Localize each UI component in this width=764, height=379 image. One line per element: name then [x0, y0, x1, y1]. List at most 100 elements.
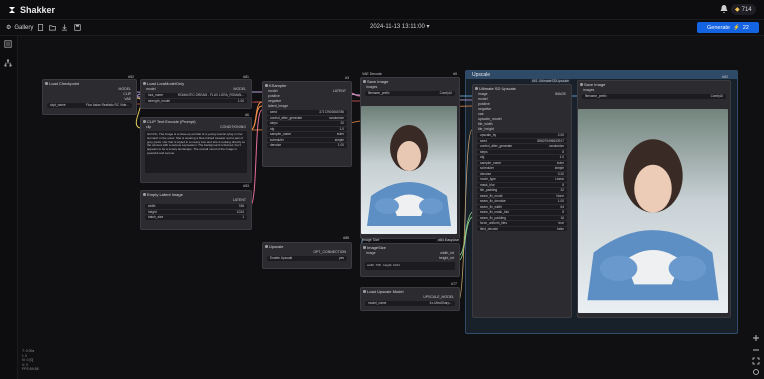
seed-widget[interactable]: seed 37172903060786: [267, 110, 347, 115]
input-images[interactable]: images: [361, 85, 459, 90]
widget-value: true: [558, 221, 565, 225]
node-id: #6: [245, 113, 249, 117]
widget-value: 1.0: [339, 126, 344, 131]
denoise-widget[interactable]: denoise 0.20: [477, 171, 567, 176]
output-latent[interactable]: LATENT: [141, 198, 251, 203]
widget-label: batch_size: [148, 215, 164, 219]
stat-line: FPS:59.88: [22, 367, 39, 371]
seam-fix-denoise-widget[interactable]: seam_fix_denoise 1.00: [477, 199, 567, 204]
input-model[interactable]: model MODEL: [141, 87, 251, 92]
filename-prefix-widget[interactable]: filename_prefix ComfyUI: [365, 91, 455, 96]
widget-value: 2.00: [557, 133, 564, 137]
port-label: CONDITIONING: [220, 125, 246, 129]
seam-fix-width-widget[interactable]: seam_fix_width 64: [477, 204, 567, 209]
upscale-by-widget[interactable]: upscale_by 2.00: [477, 133, 567, 138]
widget-value: ComfyUI: [710, 94, 723, 98]
toggle-link-icon[interactable]: [752, 368, 760, 376]
control-after-generate-widget[interactable]: control_after_generate randomize: [477, 144, 567, 149]
prompt-textarea[interactable]: Girl thin, The image is a close-up portr…: [145, 131, 247, 173]
scheduler-widget[interactable]: scheduler simple: [267, 137, 347, 142]
mask-blur-widget[interactable]: mask_blur 8: [477, 182, 567, 187]
render-stats: T: 0.09s I: 0 N: 0 [0] V: 0 FPS:59.88: [22, 349, 39, 372]
widget-label: seed: [270, 110, 277, 114]
widget-value: Flux Asian Realistic RC Vide...: [86, 103, 129, 107]
node-upscale-toggle[interactable]: #85 Upscale OPT_CONNECTION Enable Upscal…: [262, 236, 352, 269]
scheduler-widget[interactable]: scheduler simple: [477, 166, 567, 171]
image-size-text: width: 768 , height: 1024: [365, 262, 455, 270]
filename-prefix-widget[interactable]: filename_prefix ComfyUI: [582, 94, 726, 99]
node-image-size[interactable]: Image Size ImageSize image width_int heig…: [360, 238, 460, 277]
zoom-in-icon[interactable]: [752, 334, 760, 342]
widget-label: cfg: [480, 155, 485, 159]
zoom-out-icon[interactable]: [752, 346, 760, 354]
vae-decode-title: VAE Decode: [362, 72, 382, 76]
widget-label: seam_fix_denoise: [480, 199, 506, 203]
sampler-name-widget[interactable]: sampler_name euler: [267, 132, 347, 137]
node-load-upscale-model[interactable]: #77 Load Upscale Model UPSCALE_MODEL mod…: [360, 282, 460, 311]
widget-label: filename_prefix: [585, 94, 607, 98]
mode-type-widget[interactable]: mode_type Linear: [477, 177, 567, 182]
widget-value: 1: [242, 215, 244, 219]
batch-size-widget[interactable]: batch_size 1: [145, 215, 247, 220]
node-badge: #51 UltimateSDUpscale: [530, 79, 570, 83]
steps-widget[interactable]: steps 20: [267, 121, 347, 126]
generated-portrait-image[interactable]: [361, 106, 457, 234]
input-images[interactable]: images: [578, 88, 730, 93]
node-id: #81: [243, 75, 249, 79]
widget-label: width: [148, 204, 156, 208]
output-vae[interactable]: VAE: [43, 97, 136, 102]
node-ultimate-sd-upscale[interactable]: #51 UltimateSDUpscale Ultimate SD Upscal…: [472, 79, 572, 318]
widget-label: seam_fix_width: [480, 204, 502, 209]
node-load-checkpoint[interactable]: #52 Load Checkpoint MODEL CLIP VAE ckpt_…: [42, 75, 137, 115]
strength-model-widget[interactable]: strength_model 1.00: [145, 98, 247, 103]
port-label: image: [366, 251, 376, 255]
input-clip[interactable]: clip CONDITIONING: [141, 125, 251, 130]
node-title: Upscale: [263, 243, 351, 250]
widget-value: euler: [556, 160, 564, 165]
lora-name-widget[interactable]: lora_name ROMANTIC DREAM - FLUX LORA_ROMA…: [145, 93, 247, 98]
tile-padding-widget[interactable]: tile_padding 32: [477, 188, 567, 193]
widget-label: scheduler: [270, 137, 284, 142]
steps-widget[interactable]: steps 8: [477, 149, 567, 154]
input-latent-image[interactable]: latent_image: [263, 104, 351, 109]
node-id: #3: [345, 76, 349, 80]
widget-value: euler: [336, 132, 344, 136]
node-id: #52: [128, 75, 134, 79]
node-title: Empty Latent Image: [141, 191, 251, 198]
output-opt-connection[interactable]: OPT_CONNECTION: [263, 250, 351, 255]
node-load-lora[interactable]: #81 Load LoraModelOnly model MODEL lora_n…: [140, 75, 252, 109]
upscaled-portrait-image[interactable]: [578, 109, 728, 313]
ckpt-name-widget[interactable]: ckpt_name Flux Asian Realistic RC Vide...: [47, 103, 132, 108]
widget-value: 16: [560, 215, 564, 220]
denoise-widget[interactable]: denoise 1.00: [267, 143, 347, 148]
tiled-decode-widget[interactable]: tiled_decode false: [477, 226, 567, 231]
seam-fix-mode-widget[interactable]: seam_fix_mode None: [477, 193, 567, 198]
widget-label: steps: [270, 121, 278, 125]
cfg-widget[interactable]: cfg 1.0: [477, 155, 567, 160]
node-clip-text-encode[interactable]: #6 CLIP Text Encode (Prompt) clip CONDITI…: [140, 113, 252, 183]
node-ksampler[interactable]: #3 KSampler model LATENT positive negativ…: [262, 76, 352, 167]
height-widget[interactable]: height 1024: [145, 209, 247, 214]
cfg-widget[interactable]: cfg 1.0: [267, 126, 347, 131]
output-upscale-model[interactable]: UPSCALE_MODEL: [361, 295, 459, 300]
force-uniform-tiles-widget[interactable]: force_uniform_tiles true: [477, 221, 567, 226]
input-tile-height[interactable]: tile_height: [473, 127, 571, 132]
sampler-name-widget[interactable]: sampler_name euler: [477, 160, 567, 165]
seed-widget[interactable]: seed 856079496633917: [477, 138, 567, 143]
widget-value: None: [556, 193, 564, 198]
control-after-generate-widget[interactable]: control_after_generate randomize: [267, 115, 347, 120]
model-name-widget[interactable]: model_name 4x-UltraSharp...: [365, 301, 455, 306]
widget-value: randomize: [549, 144, 564, 148]
seam-fix-padding-widget[interactable]: seam_fix_padding 16: [477, 215, 567, 220]
width-widget[interactable]: width 768: [145, 204, 247, 209]
node-id: #77: [451, 282, 457, 286]
enable-upscale-toggle[interactable]: Enable Upscale yes: [267, 256, 347, 261]
output-height-int[interactable]: height_int: [361, 256, 459, 261]
node-empty-latent-image[interactable]: #53 Empty Latent Image LATENT width 768 h…: [140, 184, 252, 230]
widget-value: 8: [562, 182, 564, 187]
widget-value: 1.0: [559, 155, 564, 159]
seam-fix-mask-blur-widget[interactable]: seam_fix_mask_blur 8: [477, 210, 567, 215]
fit-view-icon[interactable]: [752, 357, 760, 365]
widget-label: mode_type: [480, 177, 496, 181]
widget-label: model_name: [368, 301, 387, 305]
